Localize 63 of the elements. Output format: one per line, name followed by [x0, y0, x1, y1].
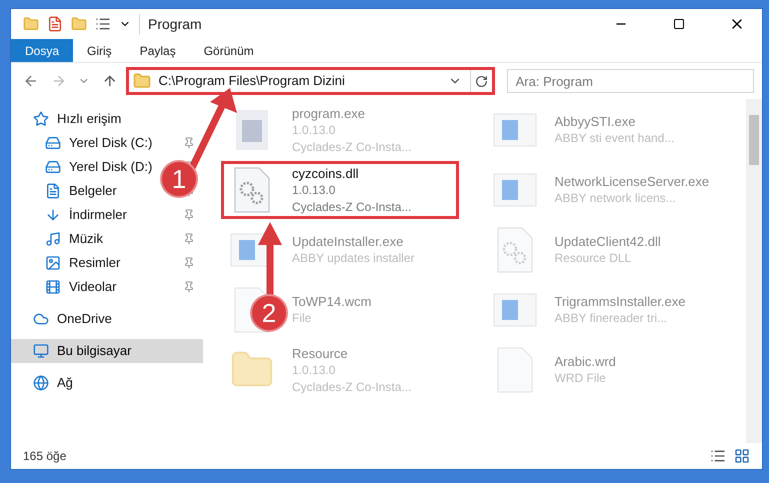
nav-item[interactable]: Videolar — [69, 277, 116, 297]
search-field[interactable]: Ara: Program — [506, 69, 754, 93]
file-detail: File — [292, 310, 312, 327]
details-view-icon[interactable] — [710, 448, 726, 464]
up-arrow-icon[interactable] — [102, 73, 118, 89]
nav-item[interactable]: İndirmeler — [69, 205, 127, 225]
address-bar[interactable]: C:\Program Files\Program Dizini — [126, 67, 495, 95]
item-count: 165 öğe — [23, 448, 66, 465]
nav-item[interactable]: Müzik — [69, 229, 103, 249]
file-detail: 1.0.13.0 — [292, 362, 336, 378]
nav-item[interactable]: Yerel Disk (D:) — [69, 157, 152, 177]
ribbon-tab[interactable]: Giriş — [73, 39, 126, 62]
monitor-icon — [33, 343, 49, 359]
new-folder-icon — [71, 16, 87, 32]
nav-item[interactable]: Yerel Disk (C:) — [69, 133, 152, 153]
ribbon-tab[interactable]: Dosya — [11, 39, 74, 62]
file-detail: Resource DLL — [554, 250, 632, 267]
nav-item[interactable]: Ağ — [57, 373, 73, 393]
nav-item[interactable]: Hızlı erişim — [57, 109, 122, 129]
ribbon-tab[interactable]: Paylaş — [126, 39, 190, 62]
properties-icon — [47, 16, 63, 32]
app-window-icon — [492, 173, 536, 207]
file-detail: Cyclades-Z Co-Insta... — [292, 378, 412, 396]
nav-item[interactable]: OneDrive — [57, 309, 112, 329]
refresh-icon — [474, 74, 488, 88]
scroll-thumb[interactable] — [749, 115, 759, 165]
film-icon — [45, 279, 61, 295]
file-name[interactable]: cyzcoins.dll — [292, 164, 412, 182]
globe-icon — [33, 375, 49, 391]
drive-icon — [45, 135, 61, 151]
file-detail: ABBY sti event hand... — [554, 130, 674, 147]
app-window-icon — [492, 113, 536, 147]
file-detail: ABBY finereader tri... — [554, 310, 668, 327]
file-detail: Cyclades-Z Co-Insta... — [292, 138, 412, 156]
file-detail: 1.0.13.0 — [292, 122, 336, 138]
view-icon — [95, 16, 111, 32]
nav-item[interactable]: Belgeler — [69, 181, 117, 201]
download-icon — [45, 207, 61, 223]
folder-icon — [132, 72, 151, 90]
file-detail: ABBY network licens... — [554, 190, 677, 207]
large-icons-view-icon[interactable] — [734, 448, 750, 464]
file-detail: 1.0.13.0 — [292, 182, 336, 198]
gear-file-icon — [234, 167, 270, 213]
maximize-icon — [673, 18, 685, 30]
app-window-icon — [492, 293, 536, 327]
star-icon — [33, 111, 49, 127]
music-note-icon — [45, 231, 61, 247]
picture-icon — [45, 255, 61, 271]
folder-icon — [23, 16, 39, 32]
ribbon-tab[interactable]: Görünüm — [190, 39, 268, 62]
scrollbar[interactable] — [746, 99, 762, 443]
window-title: Program — [139, 14, 202, 34]
nav-item[interactable]: Resimler — [69, 253, 120, 273]
file-detail: ABBY updates installer — [292, 250, 415, 267]
file-detail: Cyclades-Z Co-Insta... — [292, 198, 412, 216]
document-icon — [45, 183, 61, 199]
cloud-icon — [33, 311, 49, 327]
nav-item[interactable]: Bu bilgisayar — [57, 341, 132, 361]
gear-file-icon — [496, 227, 532, 273]
drive-icon — [45, 159, 61, 175]
blank-file-icon — [496, 347, 532, 393]
address-path: C:\Program Files\Program Dizini — [158, 72, 345, 90]
file-detail: WRD File — [554, 370, 607, 387]
